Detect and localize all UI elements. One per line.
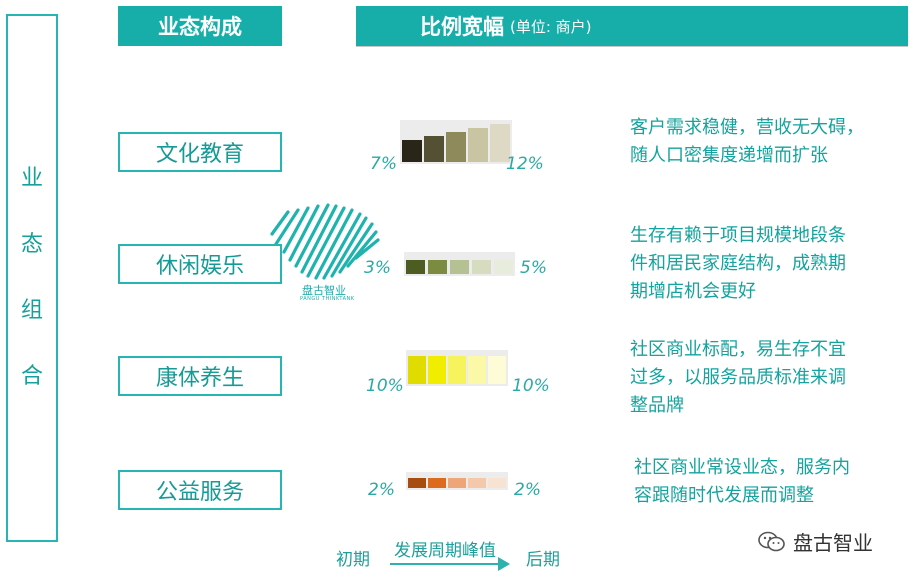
- pct-high: 5%: [520, 258, 547, 278]
- pct-high: 12%: [506, 154, 544, 174]
- side-label-char: 态: [20, 232, 43, 257]
- description-line: 生存有赖于项目规模地段条: [630, 225, 846, 246]
- swatch: [448, 478, 466, 488]
- category-culture-education: 文化教育: [118, 132, 282, 172]
- description-line: 件和居民家庭结构，成熟期: [630, 253, 846, 274]
- swatch: [448, 356, 466, 384]
- wechat-icon: [758, 531, 785, 551]
- swatch: [446, 132, 466, 162]
- side-label-char: 组: [20, 298, 43, 323]
- swatch-bar: [400, 120, 512, 164]
- header-ratio-title: 比例宽幅: [420, 15, 504, 39]
- swatch: [468, 128, 488, 162]
- swatch: [428, 356, 446, 384]
- swatch-bar: [404, 252, 515, 276]
- swatch: [424, 136, 444, 162]
- swatch-bar: [406, 350, 508, 386]
- pct-high: 10%: [512, 376, 550, 396]
- header-format-composition: 业态构成: [118, 6, 282, 46]
- description-public-service: 社区商业常设业态，服务内 容跟随时代发展而调整: [634, 454, 850, 510]
- watermark-text: 盘古智业: [793, 531, 873, 555]
- description-line: 客户需求稳健，营收无大碍，: [630, 117, 864, 138]
- description-line: 容跟随时代发展而调整: [634, 485, 814, 506]
- header-divider: [356, 46, 908, 47]
- swatch: [408, 356, 426, 384]
- description-line: 过多，以服务品质标准来调: [630, 367, 846, 388]
- description-health-wellness: 社区商业标配，易生存不宜 过多，以服务品质标准来调 整品牌: [630, 336, 846, 420]
- side-label-char: 合: [20, 364, 43, 389]
- pct-low: 10%: [366, 376, 404, 396]
- swatch: [406, 260, 425, 274]
- wechat-watermark: 盘古智业: [757, 527, 873, 556]
- pct-low: 7%: [370, 154, 397, 174]
- swatch: [472, 260, 491, 274]
- swatch: [428, 478, 446, 488]
- arrow-right-icon: [498, 557, 510, 571]
- header-ratio-range: 比例宽幅 (单位: 商户): [356, 6, 908, 46]
- description-line: 社区商业常设业态，服务内: [634, 457, 850, 478]
- category-public-service: 公益服务: [118, 470, 282, 510]
- swatch: [428, 260, 447, 274]
- description-leisure-entertainment: 生存有赖于项目规模地段条 件和居民家庭结构，成熟期 期增店机会更好: [630, 222, 846, 306]
- description-line: 随人口密集度递增而扩张: [630, 145, 828, 166]
- swatch: [488, 356, 506, 384]
- side-label-char: 业: [20, 166, 43, 191]
- swatch: [402, 140, 422, 162]
- pct-low: 2%: [368, 480, 395, 500]
- description-line: 整品牌: [630, 395, 684, 416]
- description-line: 社区商业标配，易生存不宜: [630, 339, 846, 360]
- footer-peak: 发展周期峰值: [394, 541, 496, 561]
- description-line: 期增店机会更好: [630, 281, 756, 302]
- swatch: [468, 356, 486, 384]
- swatch: [468, 478, 486, 488]
- swatch: [488, 478, 506, 488]
- pct-high: 2%: [514, 480, 541, 500]
- header-unit: (单位: 商户): [510, 17, 592, 36]
- swatch: [494, 260, 513, 274]
- description-culture-education: 客户需求稳健，营收无大碍， 随人口密集度递增而扩张: [630, 114, 864, 170]
- timeline-arrow-line: [390, 563, 500, 565]
- logo-subtitle: PANGU THINKTANK: [300, 296, 355, 302]
- swatch-bar: [406, 472, 508, 490]
- pct-low: 3%: [364, 258, 391, 278]
- swatch: [408, 478, 426, 488]
- side-label-box: 业 态 组 合: [6, 14, 58, 542]
- category-leisure-entertainment: 休闲娱乐: [118, 244, 282, 284]
- footer-early: 初期: [336, 550, 370, 570]
- swatch: [450, 260, 469, 274]
- category-health-wellness: 康体养生: [118, 356, 282, 396]
- footer-late: 后期: [526, 550, 560, 570]
